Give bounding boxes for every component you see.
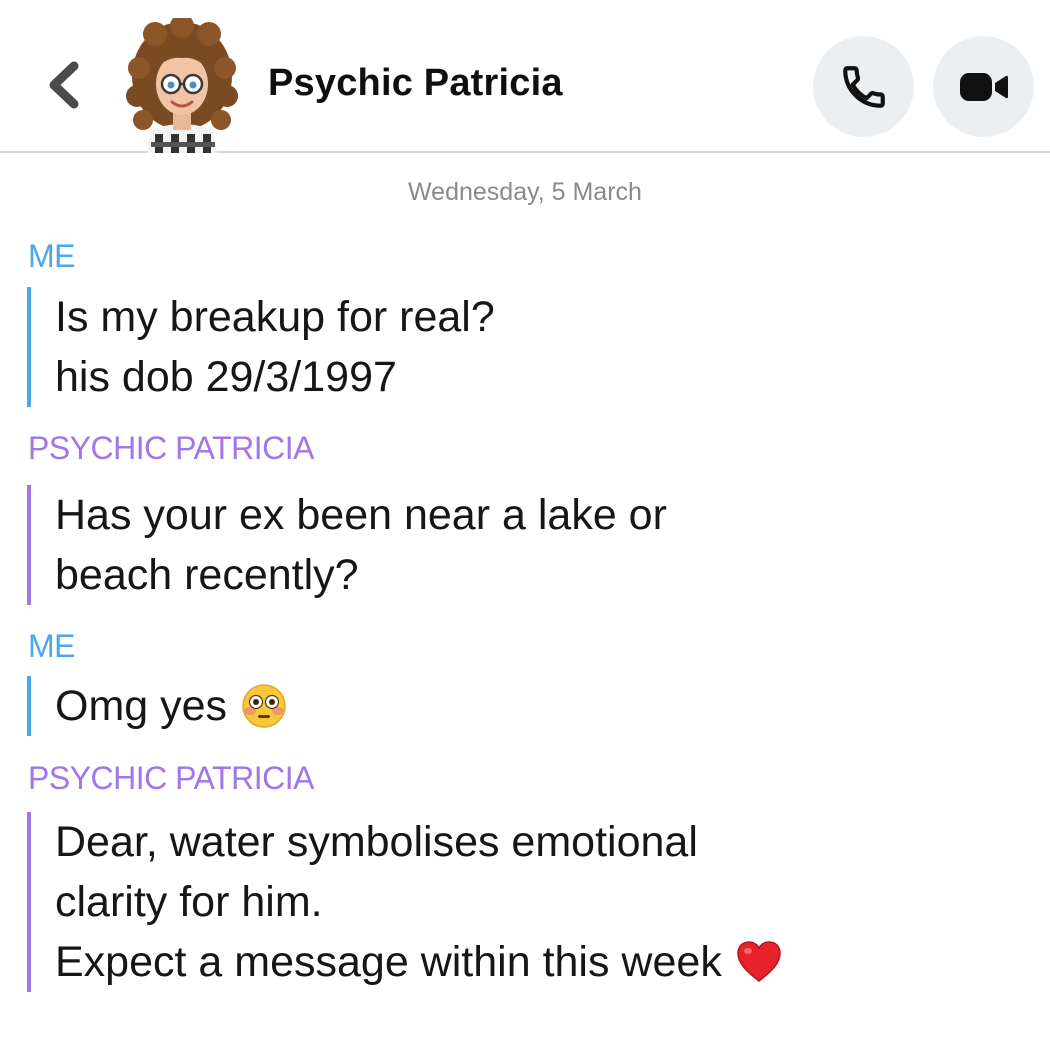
video-camera-icon — [959, 72, 1008, 101]
message-me[interactable]: Is my breakup for real? his dob 29/3/199… — [27, 287, 495, 407]
chat-header: Psychic Patricia — [0, 0, 1050, 153]
back-button[interactable] — [40, 58, 90, 112]
red-heart-icon — [737, 941, 781, 982]
avatar[interactable] — [125, 14, 240, 153]
message-text: Has your ex been near a lake or — [55, 491, 667, 539]
flushed-face-icon — [242, 684, 286, 728]
message-text: Dear, water symbolises emotional — [55, 818, 698, 866]
chevron-left-icon — [49, 61, 79, 109]
message-patricia[interactable]: Has your ex been near a lake or beach re… — [27, 485, 667, 605]
message-text: clarity for him. — [55, 878, 323, 926]
contact-name[interactable]: Psychic Patricia — [268, 62, 563, 105]
video-call-button[interactable] — [933, 36, 1034, 137]
date-separator: Wednesday, 5 March — [408, 178, 642, 206]
message-text: his dob 29/3/1997 — [55, 353, 397, 401]
message-text: beach recently? — [55, 551, 359, 599]
sender-label-me: ME — [28, 628, 76, 664]
message-text: Expect a message within this week — [55, 938, 722, 986]
sender-label-patricia: PSYCHIC PATRICIA — [28, 430, 314, 466]
sender-label-patricia: PSYCHIC PATRICIA — [28, 760, 314, 796]
message-patricia[interactable]: Dear, water symbolises emotional clarity… — [27, 812, 782, 992]
call-button[interactable] — [813, 36, 914, 137]
message-me[interactable]: Omg yes — [27, 676, 287, 736]
message-text: Omg yes — [55, 682, 228, 730]
sender-label-me: ME — [28, 238, 76, 274]
message-text: Is my breakup for real? — [55, 293, 495, 341]
phone-icon — [842, 65, 885, 108]
